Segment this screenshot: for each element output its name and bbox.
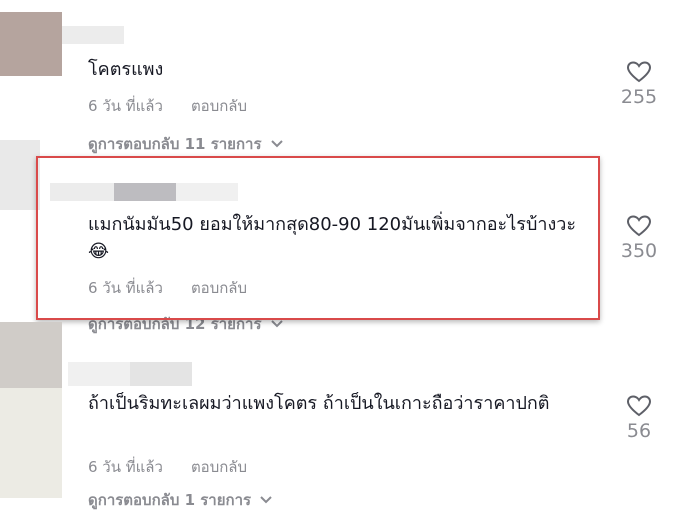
- username-blurred[interactable]: [130, 362, 192, 386]
- like-count: 350: [620, 240, 658, 262]
- username-blurred[interactable]: [68, 362, 130, 386]
- chevron-down-icon: [270, 320, 283, 328]
- username-blurred[interactable]: [62, 26, 124, 44]
- comment-text: โคตรแพง: [88, 59, 164, 80]
- comment-time: 6 วัน ที่แล้ว: [88, 97, 163, 115]
- highlight-box: [36, 156, 600, 320]
- like-count: 56: [626, 420, 652, 442]
- view-replies-button[interactable]: ดูการตอบกลับ 1 รายการ: [88, 488, 273, 512]
- heart-icon: [626, 395, 652, 417]
- avatar[interactable]: [0, 388, 62, 498]
- like-button[interactable]: 56: [609, 394, 669, 442]
- heart-icon: [626, 61, 652, 83]
- chevron-down-icon: [270, 140, 283, 148]
- avatar[interactable]: [0, 12, 62, 76]
- chevron-down-icon: [260, 496, 272, 504]
- view-replies-button[interactable]: ดูการตอบกลับ 11 รายการ: [88, 132, 284, 156]
- avatar[interactable]: [0, 322, 62, 388]
- reply-button[interactable]: ตอบกลับ: [191, 455, 247, 479]
- view-replies-label: ดูการตอบกลับ 11 รายการ: [88, 135, 262, 153]
- view-replies-label: ดูการตอบกลับ 1 รายการ: [88, 491, 252, 509]
- comment-meta: 6 วัน ที่แล้ว ตอบกลับ: [88, 94, 247, 118]
- like-button[interactable]: 255: [609, 60, 669, 108]
- comment-text: ถ้าเป็นริมทะเลผมว่าแพงโคตร ถ้าเป็นในเกาะ…: [88, 393, 550, 414]
- heart-icon: [626, 215, 652, 237]
- comment-meta: 6 วัน ที่แล้ว ตอบกลับ: [88, 455, 247, 479]
- avatar[interactable]: [0, 140, 40, 210]
- comment-time: 6 วัน ที่แล้ว: [88, 458, 163, 476]
- reply-button[interactable]: ตอบกลับ: [191, 94, 247, 118]
- like-button[interactable]: 350: [609, 214, 669, 262]
- like-count: 255: [620, 86, 658, 108]
